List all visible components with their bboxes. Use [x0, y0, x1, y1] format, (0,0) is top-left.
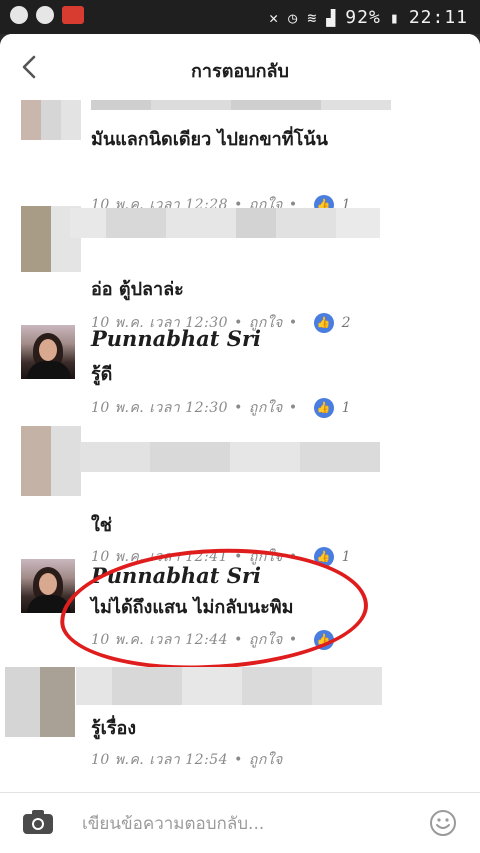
page-title: การตอบกลับ — [191, 61, 289, 82]
app-header: การตอบกลับ — [0, 34, 480, 100]
commenter-name[interactable]: Punnabhat Sri — [91, 326, 261, 351]
reply-composer — [0, 793, 480, 853]
reply-input[interactable] — [80, 809, 404, 839]
alarm-icon: ◷ — [288, 8, 299, 27]
mute-icon: ✕ — [269, 8, 280, 27]
notification-icons — [10, 6, 84, 24]
like-count: 1 — [341, 549, 352, 565]
comment-meta: 10 พ.ค. เวลา 12:30 • ถูกใจ • 👍 1 — [91, 398, 352, 418]
avatar[interactable] — [21, 325, 75, 379]
replies-screen: การตอบกลับ มันแลกนิดเดียว ไปยกขาที่โน้น … — [0, 34, 480, 853]
comment-text: ใช่ — [91, 515, 113, 536]
comment-timestamp: 10 พ.ค. เวลา 12:54 — [91, 752, 229, 768]
youtube-icon — [62, 6, 84, 24]
comment-text: รู้ดี — [91, 364, 113, 385]
like-link[interactable]: ถูกใจ — [249, 752, 283, 768]
blurred-name — [80, 442, 380, 472]
comment-timestamp: 10 พ.ค. เวลา 12:30 — [91, 400, 229, 416]
battery-icon: ▮ — [389, 8, 400, 27]
blurred-name — [70, 208, 380, 238]
comment-text: รู้เรื่อง — [91, 718, 137, 739]
thumbs-up-icon: 👍 — [313, 313, 334, 333]
blurred-name — [91, 100, 391, 110]
instagram-icon — [10, 6, 28, 24]
wifi-icon: ≋ — [307, 8, 318, 27]
camera-icon[interactable] — [22, 809, 54, 835]
comment-meta: 10 พ.ค. เวลา 12:54 • ถูกใจ — [91, 752, 283, 768]
smiley-icon[interactable] — [429, 809, 457, 837]
like-count: 1 — [341, 400, 352, 416]
blurred-name — [76, 667, 382, 705]
blurred-avatar — [21, 426, 81, 496]
comment-text: มันแลกนิดเดียว ไปยกขาที่โน้น — [91, 129, 328, 150]
like-link[interactable]: ถูกใจ — [249, 400, 283, 416]
status-bar: ✕ ◷ ≋ ▟ 92% ▮ 22:11 — [0, 0, 480, 34]
signal-icon: ▟ — [326, 8, 337, 27]
comment-text: อ่อ ตู้ปลาล่ะ — [91, 279, 184, 300]
clock: 22:11 — [408, 7, 468, 28]
blurred-avatar — [21, 100, 81, 140]
system-status: ✕ ◷ ≋ ▟ 92% ▮ 22:11 — [269, 7, 468, 28]
battery-level: 92% — [345, 7, 381, 28]
like-count: 2 — [341, 315, 352, 331]
twitter-icon — [36, 6, 54, 24]
thumbs-up-icon: 👍 — [313, 398, 334, 418]
blurred-avatar — [5, 667, 75, 737]
